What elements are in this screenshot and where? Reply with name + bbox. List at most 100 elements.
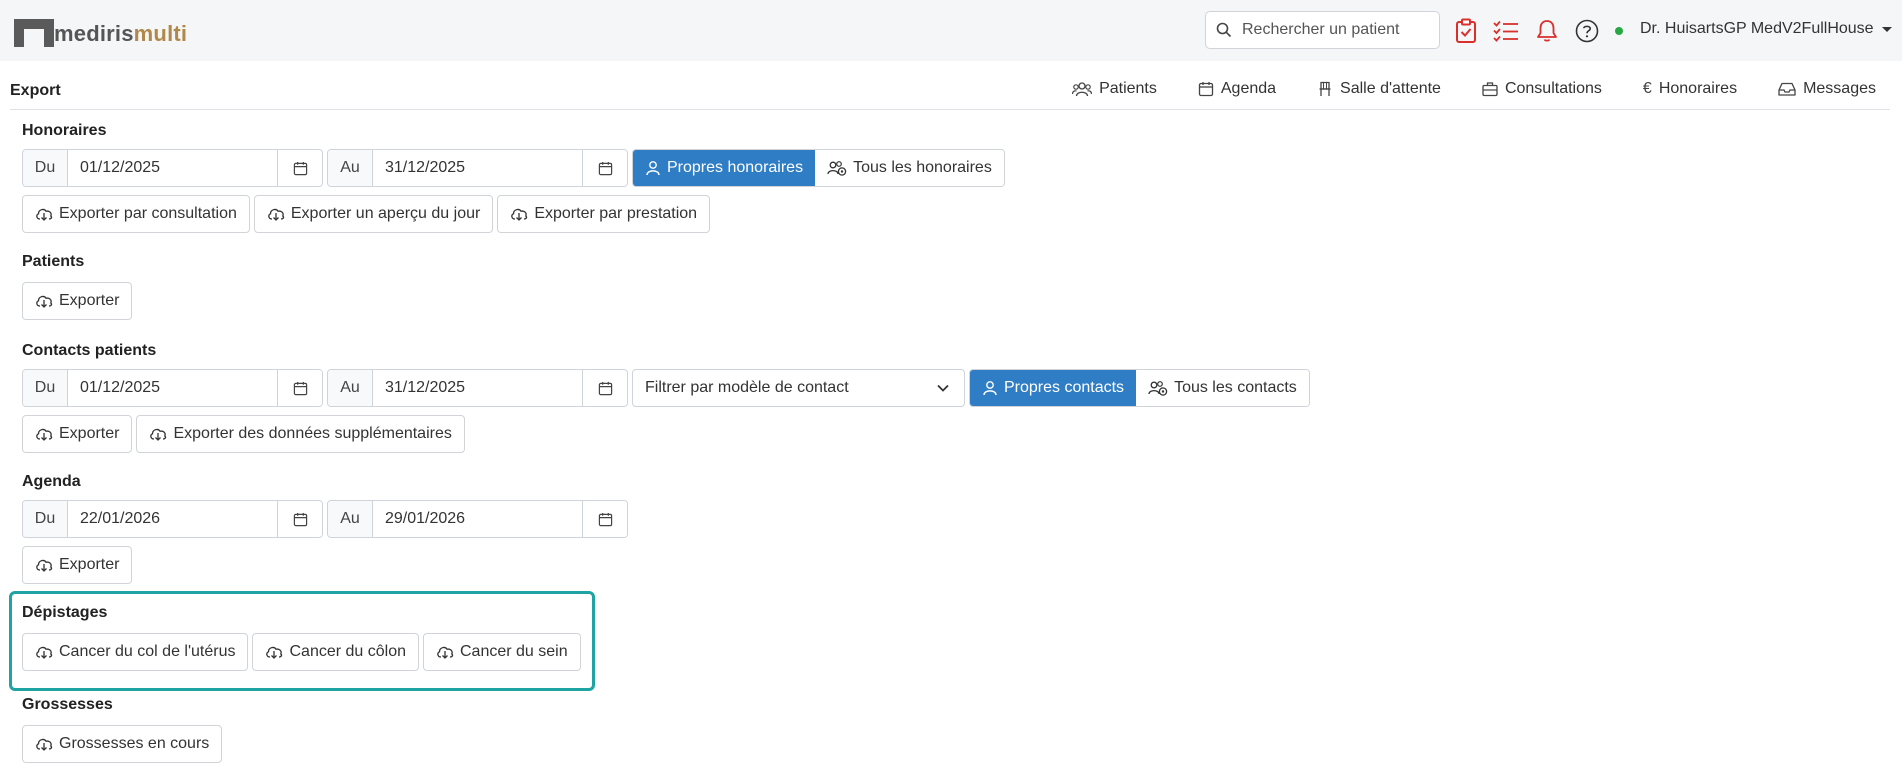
- all-fees-option[interactable]: Tous les honoraires: [815, 150, 1004, 186]
- from-label: Du: [23, 501, 68, 537]
- button-label: Exporter un aperçu du jour: [290, 205, 481, 222]
- contacts-scope-toggle: Propres contacts Tous les contacts: [969, 369, 1310, 407]
- bell-icon[interactable]: [1533, 17, 1561, 45]
- agenda-to-date: Au 29/01/2026: [327, 500, 628, 538]
- help-icon[interactable]: [1573, 17, 1601, 45]
- logo-text: medirismulti: [54, 21, 188, 46]
- agenda-from-date: Du 22/01/2026: [22, 500, 323, 538]
- fees-from-date: Du 01/12/2025: [22, 149, 323, 187]
- to-label: Au: [328, 501, 373, 537]
- button-label: Exporter: [59, 425, 120, 442]
- page-title: Export: [10, 82, 61, 99]
- from-date-input[interactable]: 01/12/2025: [68, 370, 278, 406]
- logo-mark: [14, 19, 56, 47]
- section-title: Grossesses: [22, 696, 113, 713]
- nav-fees[interactable]: € Honoraires: [1616, 80, 1751, 98]
- export-patients-button[interactable]: Exporter: [22, 282, 133, 320]
- cloud-download-icon: [267, 206, 285, 222]
- users-gear-icon: [1148, 380, 1168, 396]
- calendar-icon: [1198, 81, 1214, 97]
- section-title: Patients: [22, 253, 85, 270]
- button-label: Exporter des données supplémentaires: [173, 425, 452, 442]
- tasks-icon[interactable]: [1492, 17, 1520, 45]
- button-label: Exporter: [59, 292, 120, 309]
- calendar-icon[interactable]: [278, 150, 322, 186]
- button-label: Exporter par prestation: [534, 205, 698, 222]
- section-title: Honoraires: [22, 122, 107, 139]
- fees-scope-toggle: Propres honoraires Tous les honoraires: [632, 149, 1005, 187]
- export-extra-data-button[interactable]: Exporter des données supplémentaires: [136, 415, 465, 453]
- section-title: Dépistages: [22, 604, 108, 621]
- button-label: Exporter: [59, 556, 120, 573]
- cloud-download-icon: [35, 293, 53, 309]
- calendar-icon[interactable]: [583, 150, 627, 186]
- nav-fees-label: Honoraires: [1658, 80, 1738, 97]
- all-fees-label: Tous les honoraires: [853, 159, 992, 176]
- app-logo[interactable]: medirismulti: [14, 17, 187, 47]
- clipboard-check-icon[interactable]: [1452, 17, 1480, 45]
- nav-patients[interactable]: Patients: [1045, 80, 1171, 98]
- user-menu[interactable]: Dr. HuisartsGP MedV2FullHouse: [1640, 20, 1892, 38]
- export-day-overview-button[interactable]: Exporter un aperçu du jour: [253, 195, 494, 233]
- search-input[interactable]: [1240, 20, 1420, 40]
- export-agenda-button[interactable]: Exporter: [22, 546, 133, 584]
- nav-waiting-room-label: Salle d'attente: [1340, 80, 1441, 97]
- all-contacts-label: Tous les contacts: [1174, 379, 1297, 396]
- section-title: Agenda: [22, 473, 81, 490]
- contacts-to-date: Au 31/12/2025: [327, 369, 628, 407]
- button-label: Cancer du col de l'utérus: [59, 643, 236, 660]
- cloud-download-icon: [149, 426, 167, 442]
- own-fees-label: Propres honoraires: [667, 159, 804, 176]
- to-date-input[interactable]: 29/01/2026: [373, 501, 583, 537]
- inbox-icon: [1778, 81, 1796, 97]
- section-patients: Patients Exporter: [22, 253, 133, 320]
- cloud-download-icon: [35, 644, 53, 660]
- nav-messages[interactable]: Messages: [1751, 80, 1890, 98]
- export-by-service-button[interactable]: Exporter par prestation: [497, 195, 711, 233]
- from-date-input[interactable]: 22/01/2026: [68, 501, 278, 537]
- euro-icon: €: [1642, 80, 1652, 97]
- contacts-from-date: Du 01/12/2025: [22, 369, 323, 407]
- nav-consultations[interactable]: Consultations: [1455, 80, 1616, 98]
- nav-messages-label: Messages: [1803, 80, 1876, 97]
- colon-cancer-export-button[interactable]: Cancer du côlon: [252, 633, 419, 671]
- nav-waiting-room[interactable]: Salle d'attente: [1290, 80, 1455, 98]
- cloud-download-icon: [35, 736, 53, 752]
- calendar-icon[interactable]: [583, 370, 627, 406]
- calendar-icon[interactable]: [278, 370, 322, 406]
- nav-patients-label: Patients: [1099, 80, 1157, 97]
- section-pregnancies: Grossesses Grossesses en cours: [22, 696, 223, 763]
- nav-agenda[interactable]: Agenda: [1171, 80, 1290, 98]
- export-contacts-button[interactable]: Exporter: [22, 415, 133, 453]
- contact-model-filter-select[interactable]: Filtrer par modèle de contact: [632, 369, 965, 407]
- own-contacts-label: Propres contacts: [1004, 379, 1125, 396]
- cloud-download-icon: [35, 206, 53, 222]
- from-label: Du: [23, 370, 68, 406]
- section-screenings: Dépistages Cancer du col de l'utérus Can…: [22, 604, 581, 671]
- button-label: Grossesses en cours: [59, 735, 210, 752]
- breast-cancer-export-button[interactable]: Cancer du sein: [423, 633, 581, 671]
- cervical-cancer-export-button[interactable]: Cancer du col de l'utérus: [22, 633, 249, 671]
- from-label: Du: [23, 150, 68, 186]
- calendar-icon[interactable]: [583, 501, 627, 537]
- cloud-download-icon: [510, 206, 528, 222]
- own-fees-option[interactable]: Propres honoraires: [633, 150, 816, 186]
- users-gear-icon: [827, 160, 847, 176]
- export-by-consultation-button[interactable]: Exporter par consultation: [22, 195, 250, 233]
- online-status-indicator: [1615, 27, 1623, 35]
- section-agenda: Agenda Du 22/01/2026 Au 29/01/2026 Expor…: [22, 473, 628, 584]
- calendar-icon[interactable]: [278, 501, 322, 537]
- top-bar: medirismulti Dr. HuisartsGP MedV2FullHou…: [0, 0, 1902, 61]
- fees-to-date: Au 31/12/2025: [327, 149, 628, 187]
- to-date-input[interactable]: 31/12/2025: [373, 150, 583, 186]
- to-date-input[interactable]: 31/12/2025: [373, 370, 583, 406]
- button-label: Exporter par consultation: [59, 205, 237, 222]
- nav-consultations-label: Consultations: [1504, 80, 1602, 97]
- section-patient-contacts: Contacts patients Du 01/12/2025 Au 31/12…: [22, 342, 1310, 453]
- from-date-input[interactable]: 01/12/2025: [68, 150, 278, 186]
- current-pregnancies-export-button[interactable]: Grossesses en cours: [22, 725, 223, 763]
- own-contacts-option[interactable]: Propres contacts: [970, 370, 1137, 406]
- patient-search[interactable]: [1205, 11, 1440, 49]
- all-contacts-option[interactable]: Tous les contacts: [1136, 370, 1309, 406]
- briefcase-icon: [1482, 81, 1498, 97]
